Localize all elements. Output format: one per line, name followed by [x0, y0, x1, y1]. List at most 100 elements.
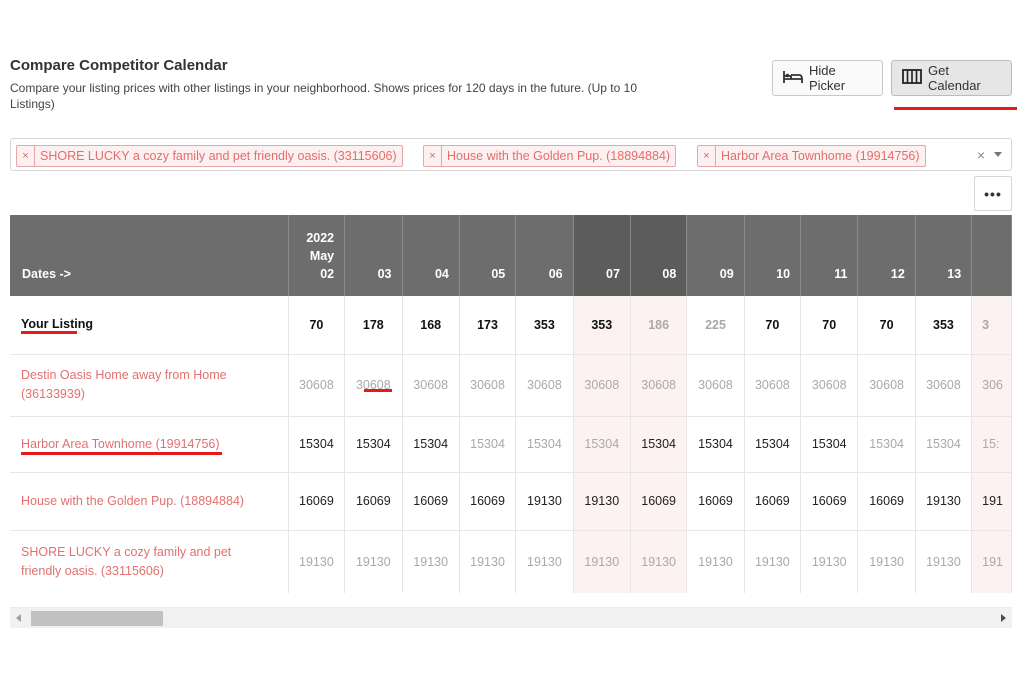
picker-tag-label: Harbor Area Townhome (19914756) — [721, 149, 920, 163]
price-cell: 15304 — [915, 416, 973, 473]
day-label: 10 — [776, 267, 791, 281]
price-cell: 70 — [800, 296, 859, 355]
price-cell: 16069 — [857, 472, 916, 531]
price-cell: 16069 — [344, 472, 403, 531]
your-listing-annotation — [21, 331, 77, 334]
listing-name[interactable]: House with the Golden Pup. (18894884) — [10, 472, 289, 531]
price-cell: 15304 — [686, 416, 745, 473]
price-cell: 15304 — [515, 416, 574, 473]
date-column-header: 05 — [459, 215, 517, 296]
table-row: SHORE LUCKY a cozy family and pet friend… — [10, 530, 1012, 593]
chevron-down-icon[interactable] — [994, 152, 1002, 157]
remove-tag-icon[interactable]: × — [424, 146, 442, 166]
price-cell: 186 — [630, 296, 688, 355]
price-cell: 19130 — [857, 530, 916, 593]
remove-tag-icon[interactable]: × — [17, 146, 35, 166]
price-cell: 30608 — [744, 354, 802, 417]
date-column-header: 09 — [686, 215, 745, 296]
remove-tag-icon[interactable]: × — [698, 146, 716, 166]
horizontal-scrollbar[interactable] — [10, 607, 1012, 628]
get-calendar-button[interactable]: Get Calendar — [891, 60, 1012, 96]
price-cell: 30608 — [857, 354, 916, 417]
picker-tag-label: House with the Golden Pup. (18894884) — [447, 149, 671, 163]
price-cell: 353 — [915, 296, 973, 355]
get-calendar-label: Get Calendar — [928, 63, 981, 93]
day-label: 02 — [320, 267, 335, 281]
ellipsis-icon: ••• — [984, 185, 1002, 202]
price-cell: 16069 — [744, 472, 802, 531]
date-column-header: 11 — [800, 215, 859, 296]
columns-icon — [902, 69, 922, 87]
price-cell: 30608 — [288, 354, 346, 417]
price-cell: 30608 — [402, 354, 460, 417]
price-cell: 19130 — [344, 530, 403, 593]
day-label: 07 — [606, 267, 620, 281]
price-cell: 19130 — [744, 530, 802, 593]
more-options-button[interactable]: ••• — [974, 176, 1012, 211]
price-cell: 70 — [288, 296, 346, 355]
table-row: Harbor Area Townhome (19914756) 15304 1530… — [10, 416, 1012, 473]
price-cell: 16069 — [459, 472, 517, 531]
price-cell: 15304 — [744, 416, 802, 473]
picker-tag: × SHORE LUCKY a cozy family and pet frie… — [16, 145, 403, 167]
scroll-left-icon[interactable] — [16, 614, 21, 622]
date-column-header: 13 — [915, 215, 973, 296]
listing-picker[interactable]: × SHORE LUCKY a cozy family and pet frie… — [10, 138, 1012, 171]
price-cell: 16069 — [288, 472, 346, 531]
price-cell: 16069 — [402, 472, 460, 531]
table-row: Your Listing 70 178 168 173 353 353 186 225 70 70 7… — [10, 296, 1012, 355]
day-label: 08 — [662, 267, 677, 281]
header-row: Dates -> 2022 May 02 03 04 05 06 07 08 09 10 11 12 13 — [10, 215, 1012, 296]
price-cell: 16069 — [686, 472, 745, 531]
price-cell: 15304 — [630, 416, 688, 473]
page-subtitle: Compare your listing prices with other l… — [10, 81, 637, 111]
listing-name[interactable]: SHORE LUCKY a cozy family and pet friend… — [10, 530, 289, 593]
date-column-header: 2022 May 02 — [288, 215, 346, 296]
price-cell: 30608 — [915, 354, 973, 417]
calendar-grid: Dates -> 2022 May 02 03 04 05 06 07 08 09 10 11 12 13… — [10, 215, 1012, 593]
price-cell: 178 — [344, 296, 403, 355]
cell-annotation — [364, 389, 392, 392]
price-cell: 191 — [971, 472, 1012, 531]
picker-tag-label: SHORE LUCKY a cozy family and pet friend… — [40, 149, 397, 163]
price-cell: 30608 — [800, 354, 859, 417]
calendar-table: Dates -> 2022 May 02 03 04 05 06 07 08 09 10 11 12 13… — [10, 215, 1012, 593]
price-cell: 168 — [402, 296, 460, 355]
price-cell: 16069 — [630, 472, 688, 531]
price-cell: 306 — [971, 354, 1012, 417]
day-label: 13 — [947, 267, 962, 281]
price-cell: 30608 — [630, 354, 688, 417]
month-label: May — [309, 249, 335, 263]
price-cell: 225 — [686, 296, 745, 355]
price-cell: 19130 — [915, 530, 973, 593]
table-row: House with the Golden Pup. (18894884) 160… — [10, 472, 1012, 531]
day-label: 09 — [719, 267, 734, 281]
get-calendar-annotation — [894, 107, 1017, 110]
price-cell: 3 — [971, 296, 1012, 355]
price-cell: 353 — [515, 296, 574, 355]
year-label: 2022 — [306, 231, 335, 245]
hide-picker-button[interactable]: Hide Picker — [772, 60, 883, 96]
price-cell: 15304 — [800, 416, 859, 473]
price-cell: 15: — [971, 416, 1012, 473]
scroll-right-icon[interactable] — [1001, 614, 1006, 622]
price-cell: 353 — [573, 296, 631, 355]
price-cell: 19130 — [800, 530, 859, 593]
price-cell: 19130 — [402, 530, 460, 593]
page-title: Compare Competitor Calendar — [10, 57, 228, 74]
listing-name[interactable]: Harbor Area Townhome (19914756) — [10, 416, 289, 473]
price-cell: 15304 — [459, 416, 517, 473]
price-cell: 15304 — [288, 416, 346, 473]
price-cell: 19130 — [515, 530, 574, 593]
price-cell: 19130 — [630, 530, 688, 593]
date-column-header: 06 — [515, 215, 574, 296]
price-cell: 19130 — [915, 472, 973, 531]
price-cell: 191 — [971, 530, 1012, 593]
listing-name[interactable]: Destin Oasis Home away from Home (361339… — [10, 354, 289, 417]
price-cell: 70 — [857, 296, 916, 355]
scroll-thumb[interactable] — [31, 611, 163, 626]
clear-all-icon[interactable]: × — [977, 147, 985, 163]
price-cell: 15304 — [344, 416, 403, 473]
date-column-header — [971, 215, 1012, 296]
date-column-header: 04 — [402, 215, 460, 296]
